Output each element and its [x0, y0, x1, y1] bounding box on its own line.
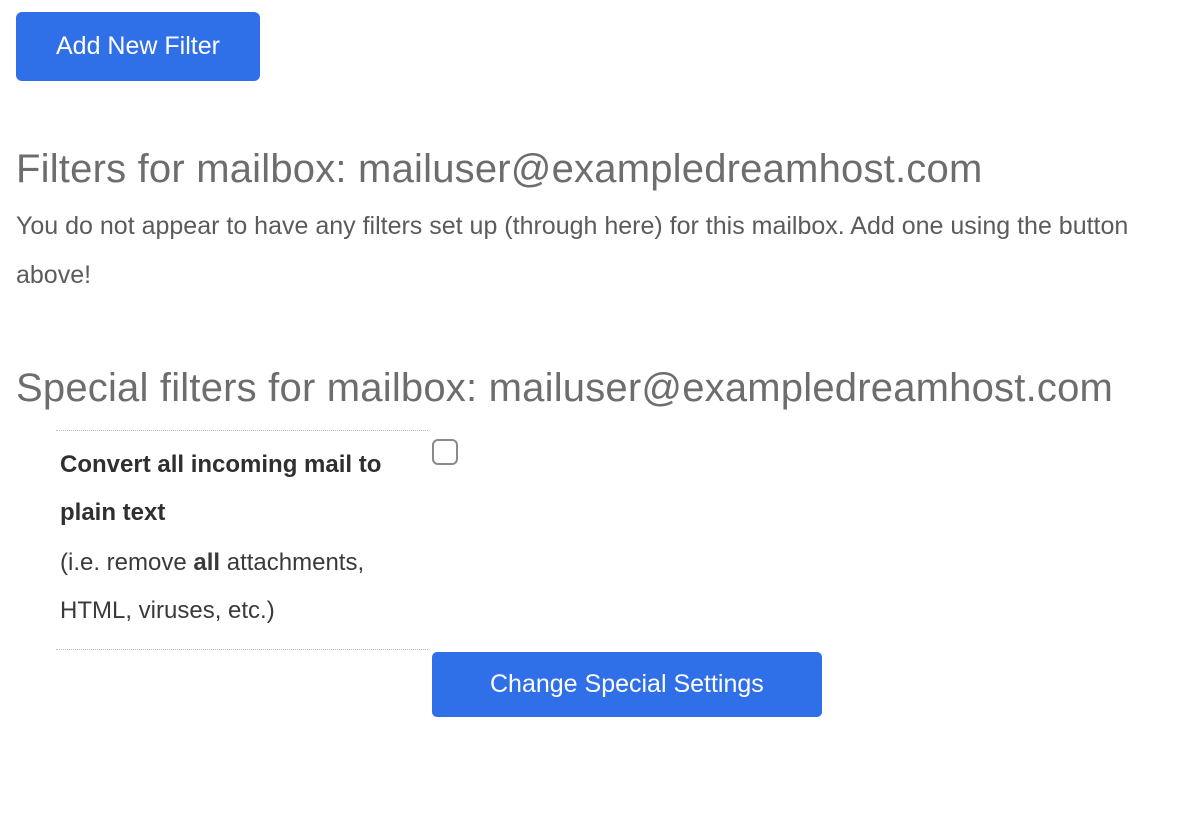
convert-plaintext-checkbox-cell — [428, 431, 832, 650]
convert-plaintext-checkbox[interactable] — [432, 439, 458, 465]
special-filters-heading: Special filters for mailbox: mailuser@ex… — [16, 360, 1184, 417]
convert-plaintext-label: Convert all incoming mail to plain text — [60, 441, 418, 537]
submit-button-cell: Change Special Settings — [428, 650, 832, 725]
no-filters-message: You do not appear to have any filters se… — [16, 202, 1184, 300]
add-new-filter-button[interactable]: Add New Filter — [16, 12, 260, 81]
change-special-settings-button[interactable]: Change Special Settings — [432, 652, 822, 717]
submit-row: Change Special Settings — [56, 650, 832, 725]
convert-desc-bold: all — [193, 549, 220, 576]
convert-plaintext-description: (i.e. remove all attachments, HTML, viru… — [60, 539, 418, 635]
filters-heading: Filters for mailbox: mailuser@exampledre… — [16, 147, 1184, 192]
convert-desc-pre: (i.e. remove — [60, 549, 193, 576]
special-filters-table: Convert all incoming mail to plain text … — [56, 430, 832, 725]
convert-plaintext-row: Convert all incoming mail to plain text … — [56, 431, 832, 650]
submit-spacer-cell — [56, 650, 428, 725]
convert-plaintext-label-cell: Convert all incoming mail to plain text … — [56, 431, 428, 650]
